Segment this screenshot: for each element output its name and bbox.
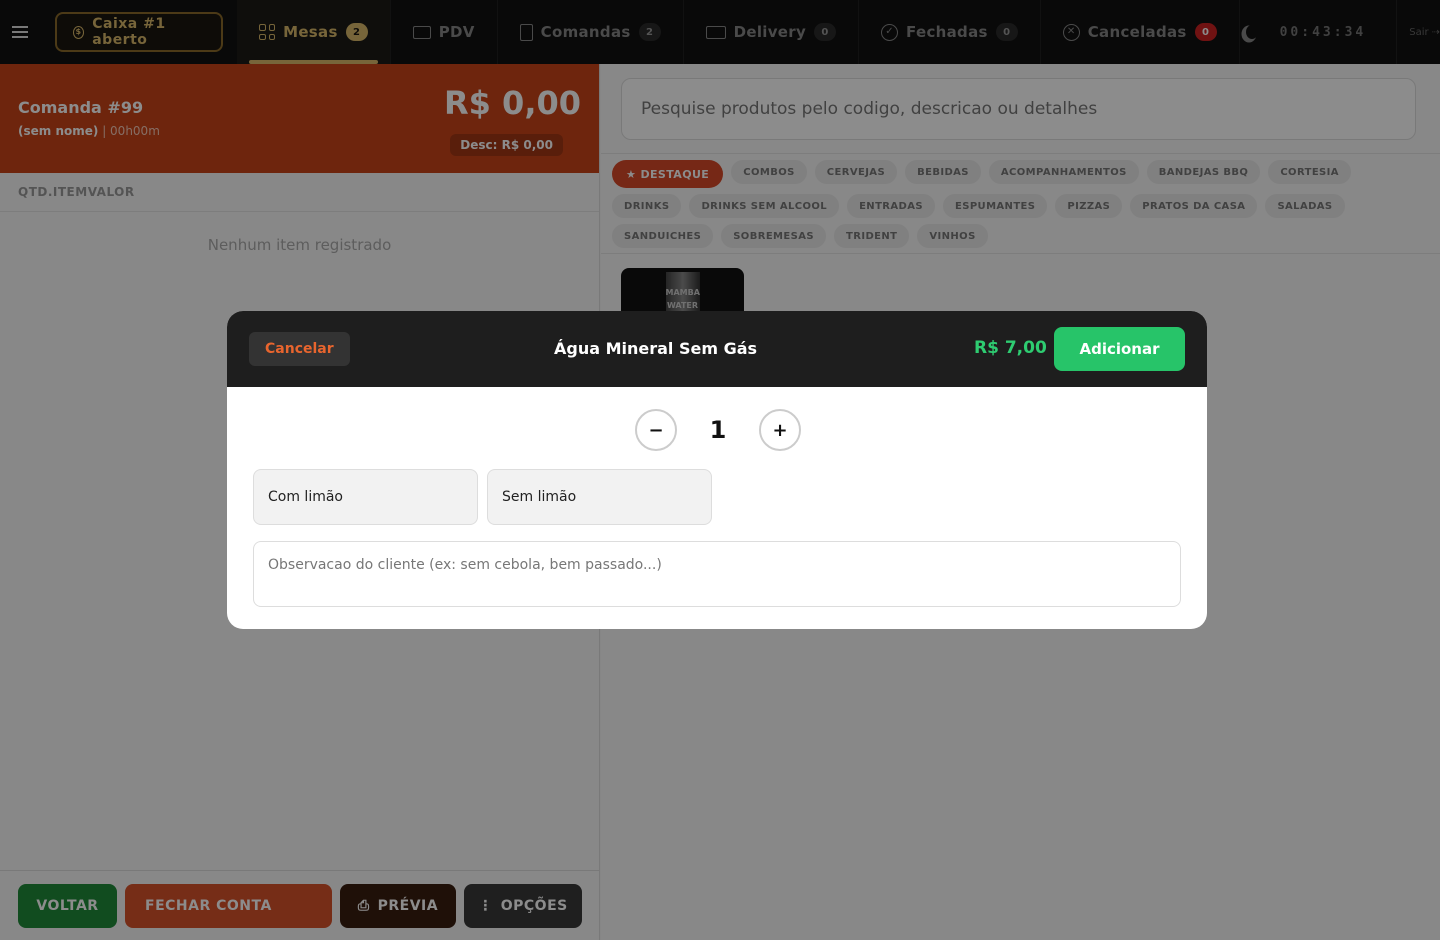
product-price: R$ 7,00 xyxy=(974,338,1047,358)
customer-note-field[interactable]: Observacao do cliente (ex: sem cebola, b… xyxy=(253,541,1181,607)
add-button[interactable]: Adicionar xyxy=(1054,327,1185,371)
increment-button[interactable]: + xyxy=(759,409,801,451)
product-title: Água Mineral Sem Gás xyxy=(554,339,758,358)
decrement-button[interactable]: − xyxy=(635,409,677,451)
product-options: Com limão Sem limão xyxy=(253,469,712,525)
quantity-stepper: − 1 + xyxy=(635,409,801,451)
cancel-button[interactable]: Cancelar xyxy=(249,332,350,366)
option-sem-limao[interactable]: Sem limão xyxy=(487,469,712,525)
modal-header: Cancelar Água Mineral Sem Gás R$ 7,00 Ad… xyxy=(227,311,1207,387)
option-com-limao[interactable]: Com limão xyxy=(253,469,478,525)
quantity-value: 1 xyxy=(709,416,727,444)
add-product-modal: Cancelar Água Mineral Sem Gás R$ 7,00 Ad… xyxy=(227,311,1207,629)
